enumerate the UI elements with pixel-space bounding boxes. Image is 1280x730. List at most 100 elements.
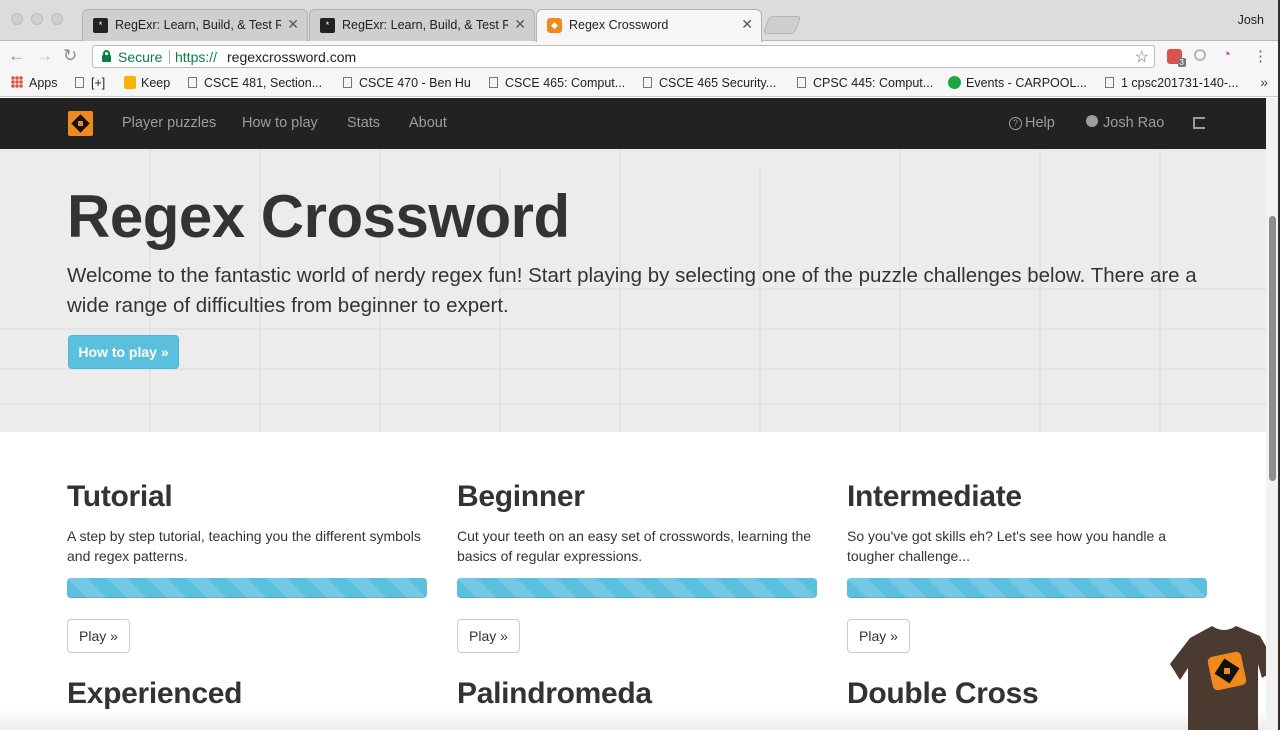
bookmark-csce470[interactable]: CSCE 470 - Ben Hu (343, 76, 471, 90)
bookmark-label: Events - CARPOOL... (966, 76, 1087, 90)
nav-user[interactable]: Josh Rao (1086, 115, 1164, 131)
zoom-window-button[interactable] (51, 13, 63, 25)
bookmark-csce481[interactable]: CSCE 481, Section... (188, 76, 322, 90)
page-icon (75, 77, 84, 88)
nav-player-puzzles[interactable]: Player puzzles (122, 115, 216, 131)
challenge-beginner: Beginner Cut your teeth on an easy set o… (457, 480, 819, 653)
user-name: Josh Rao (1103, 115, 1165, 131)
challenge-progress-bar (67, 578, 427, 598)
challenge-title: Palindromeda (457, 677, 652, 710)
tshirt-promo-icon[interactable] (1170, 620, 1278, 730)
lock-icon (102, 50, 111, 62)
nav-help[interactable]: ? Help (1009, 115, 1055, 131)
tab-title: RegExr: Learn, Build, & Test RegEx (115, 18, 281, 32)
browser-toolbar: ← → ↻ Secure https:// regexcrossword.com… (0, 41, 1278, 72)
page-title: Regex Crossword (67, 183, 570, 250)
regexr-favicon-icon: * (320, 18, 335, 33)
regexr-favicon-icon: * (93, 18, 108, 33)
challenge-description: So you've got skills eh? Let's see how y… (847, 528, 1166, 564)
minimize-window-button[interactable] (31, 13, 43, 25)
hero-jumbotron: Regex Crossword Welcome to the fantastic… (0, 149, 1278, 432)
search-extension-icon[interactable] (1194, 49, 1206, 61)
nav-about[interactable]: About (409, 115, 447, 131)
bookmark-label: 1 cpsc201731-140-... (1121, 76, 1239, 90)
bookmark-plus[interactable]: [+] (75, 76, 105, 90)
challenge-title: Beginner (457, 480, 585, 513)
secure-label: Secure (118, 49, 163, 65)
address-bar[interactable]: Secure https:// regexcrossword.com ☆ (92, 45, 1155, 68)
bookmark-apps[interactable]: Apps (11, 76, 58, 90)
nav-stats[interactable]: Stats (347, 115, 380, 131)
bookmark-star-icon[interactable]: ☆ (1135, 47, 1149, 67)
challenge-progress-bar (457, 578, 817, 598)
apps-grid-icon (11, 76, 23, 88)
bookmark-label: Keep (141, 76, 171, 90)
tab-title: Regex Crossword (569, 18, 669, 32)
tab-strip: * RegExr: Learn, Build, & Test RegEx ✕ *… (0, 0, 1278, 42)
challenge-tutorial: Tutorial A step by step tutorial, teachi… (67, 480, 429, 653)
tab-regex-crossword[interactable]: ◆ Regex Crossword ✕ (536, 9, 762, 42)
how-to-play-button[interactable]: How to play » (68, 335, 179, 369)
play-intermediate-button[interactable]: Play » (847, 619, 910, 653)
challenge-progress-bar (847, 578, 1207, 598)
tab-regexr-2[interactable]: * RegExr: Learn, Build, & Test RegEx ✕ (309, 9, 535, 41)
challenge-title: Experienced (67, 677, 243, 710)
help-label: Help (1025, 115, 1055, 131)
forward-arrow-icon[interactable]: → (36, 46, 53, 66)
close-window-button[interactable] (11, 13, 23, 25)
page-icon (1105, 77, 1114, 88)
close-tab-icon[interactable]: ✕ (287, 16, 299, 33)
url-scheme: https:// (175, 49, 218, 65)
help-icon: ? (1009, 117, 1022, 130)
bookmarks-bar: Apps [+] Keep CSCE 481, Section... CSCE … (0, 72, 1278, 97)
play-tutorial-button[interactable]: Play » (67, 619, 130, 653)
bookmarks-overflow-button[interactable]: » (1260, 74, 1268, 90)
bookmark-events[interactable]: Events - CARPOOL... (948, 76, 1087, 90)
tab-regexr-1[interactable]: * RegExr: Learn, Build, & Test RegEx ✕ (82, 9, 308, 41)
url-host: regexcrossword.com (227, 49, 357, 65)
bookmark-label: [+] (91, 76, 106, 90)
logout-icon[interactable] (1193, 117, 1205, 129)
page-icon (797, 77, 806, 88)
bottom-fade (0, 710, 1278, 730)
keep-icon (124, 76, 136, 89)
bookmark-label: CPSC 445: Comput... (813, 76, 934, 90)
nav-how-to-play[interactable]: How to play (242, 115, 318, 131)
browser-window: * RegExr: Learn, Build, & Test RegEx ✕ *… (0, 0, 1278, 730)
regex-crossword-logo-icon[interactable] (68, 111, 93, 136)
challenge-intermediate: Intermediate So you've got skills eh? Le… (847, 480, 1209, 653)
profile-name[interactable]: Josh (1238, 13, 1264, 27)
divider (169, 50, 170, 64)
events-icon (948, 76, 961, 89)
extension-badge: 3 (1177, 58, 1186, 67)
challenge-description: A step by step tutorial, teaching you th… (67, 528, 421, 564)
page-icon (643, 77, 652, 88)
shield-extension-icon[interactable]: 3 (1167, 49, 1186, 67)
tab-title: RegExr: Learn, Build, & Test RegEx (342, 18, 508, 32)
menu-dots-icon[interactable]: ⋮ (1253, 47, 1268, 65)
challenge-title: Tutorial (67, 480, 173, 513)
close-tab-icon[interactable]: ✕ (514, 16, 526, 33)
regex-crossword-favicon-icon: ◆ (547, 18, 562, 33)
hero-intro-text: Welcome to the fantastic world of nerdy … (67, 264, 1197, 317)
bookmark-csce465-comput[interactable]: CSCE 465: Comput... (489, 76, 625, 90)
challenge-title: Intermediate (847, 480, 1022, 513)
close-tab-icon[interactable]: ✕ (741, 16, 753, 33)
bookmark-keep[interactable]: Keep (124, 76, 170, 90)
bookmark-cpsc201731[interactable]: 1 cpsc201731-140-... (1105, 76, 1238, 90)
challenge-title: Double Cross (847, 677, 1039, 710)
scrollbar-thumb[interactable] (1269, 216, 1276, 481)
globe-icon (1086, 115, 1098, 127)
back-arrow-icon[interactable]: ← (8, 46, 25, 66)
bookmark-csce465-security[interactable]: CSCE 465 Security... (643, 76, 776, 90)
page-icon (489, 77, 498, 88)
new-tab-button[interactable] (762, 16, 802, 34)
bookmark-label: Apps (29, 76, 58, 90)
rss-icon[interactable]: ◔ (1222, 47, 1237, 62)
reload-icon[interactable]: ↻ (63, 46, 77, 66)
page-scrollbar[interactable] (1266, 98, 1278, 730)
bookmark-label: CSCE 481, Section... (204, 76, 323, 90)
page-icon (343, 77, 352, 88)
bookmark-cpsc445[interactable]: CPSC 445: Comput... (797, 76, 933, 90)
play-beginner-button[interactable]: Play » (457, 619, 520, 653)
